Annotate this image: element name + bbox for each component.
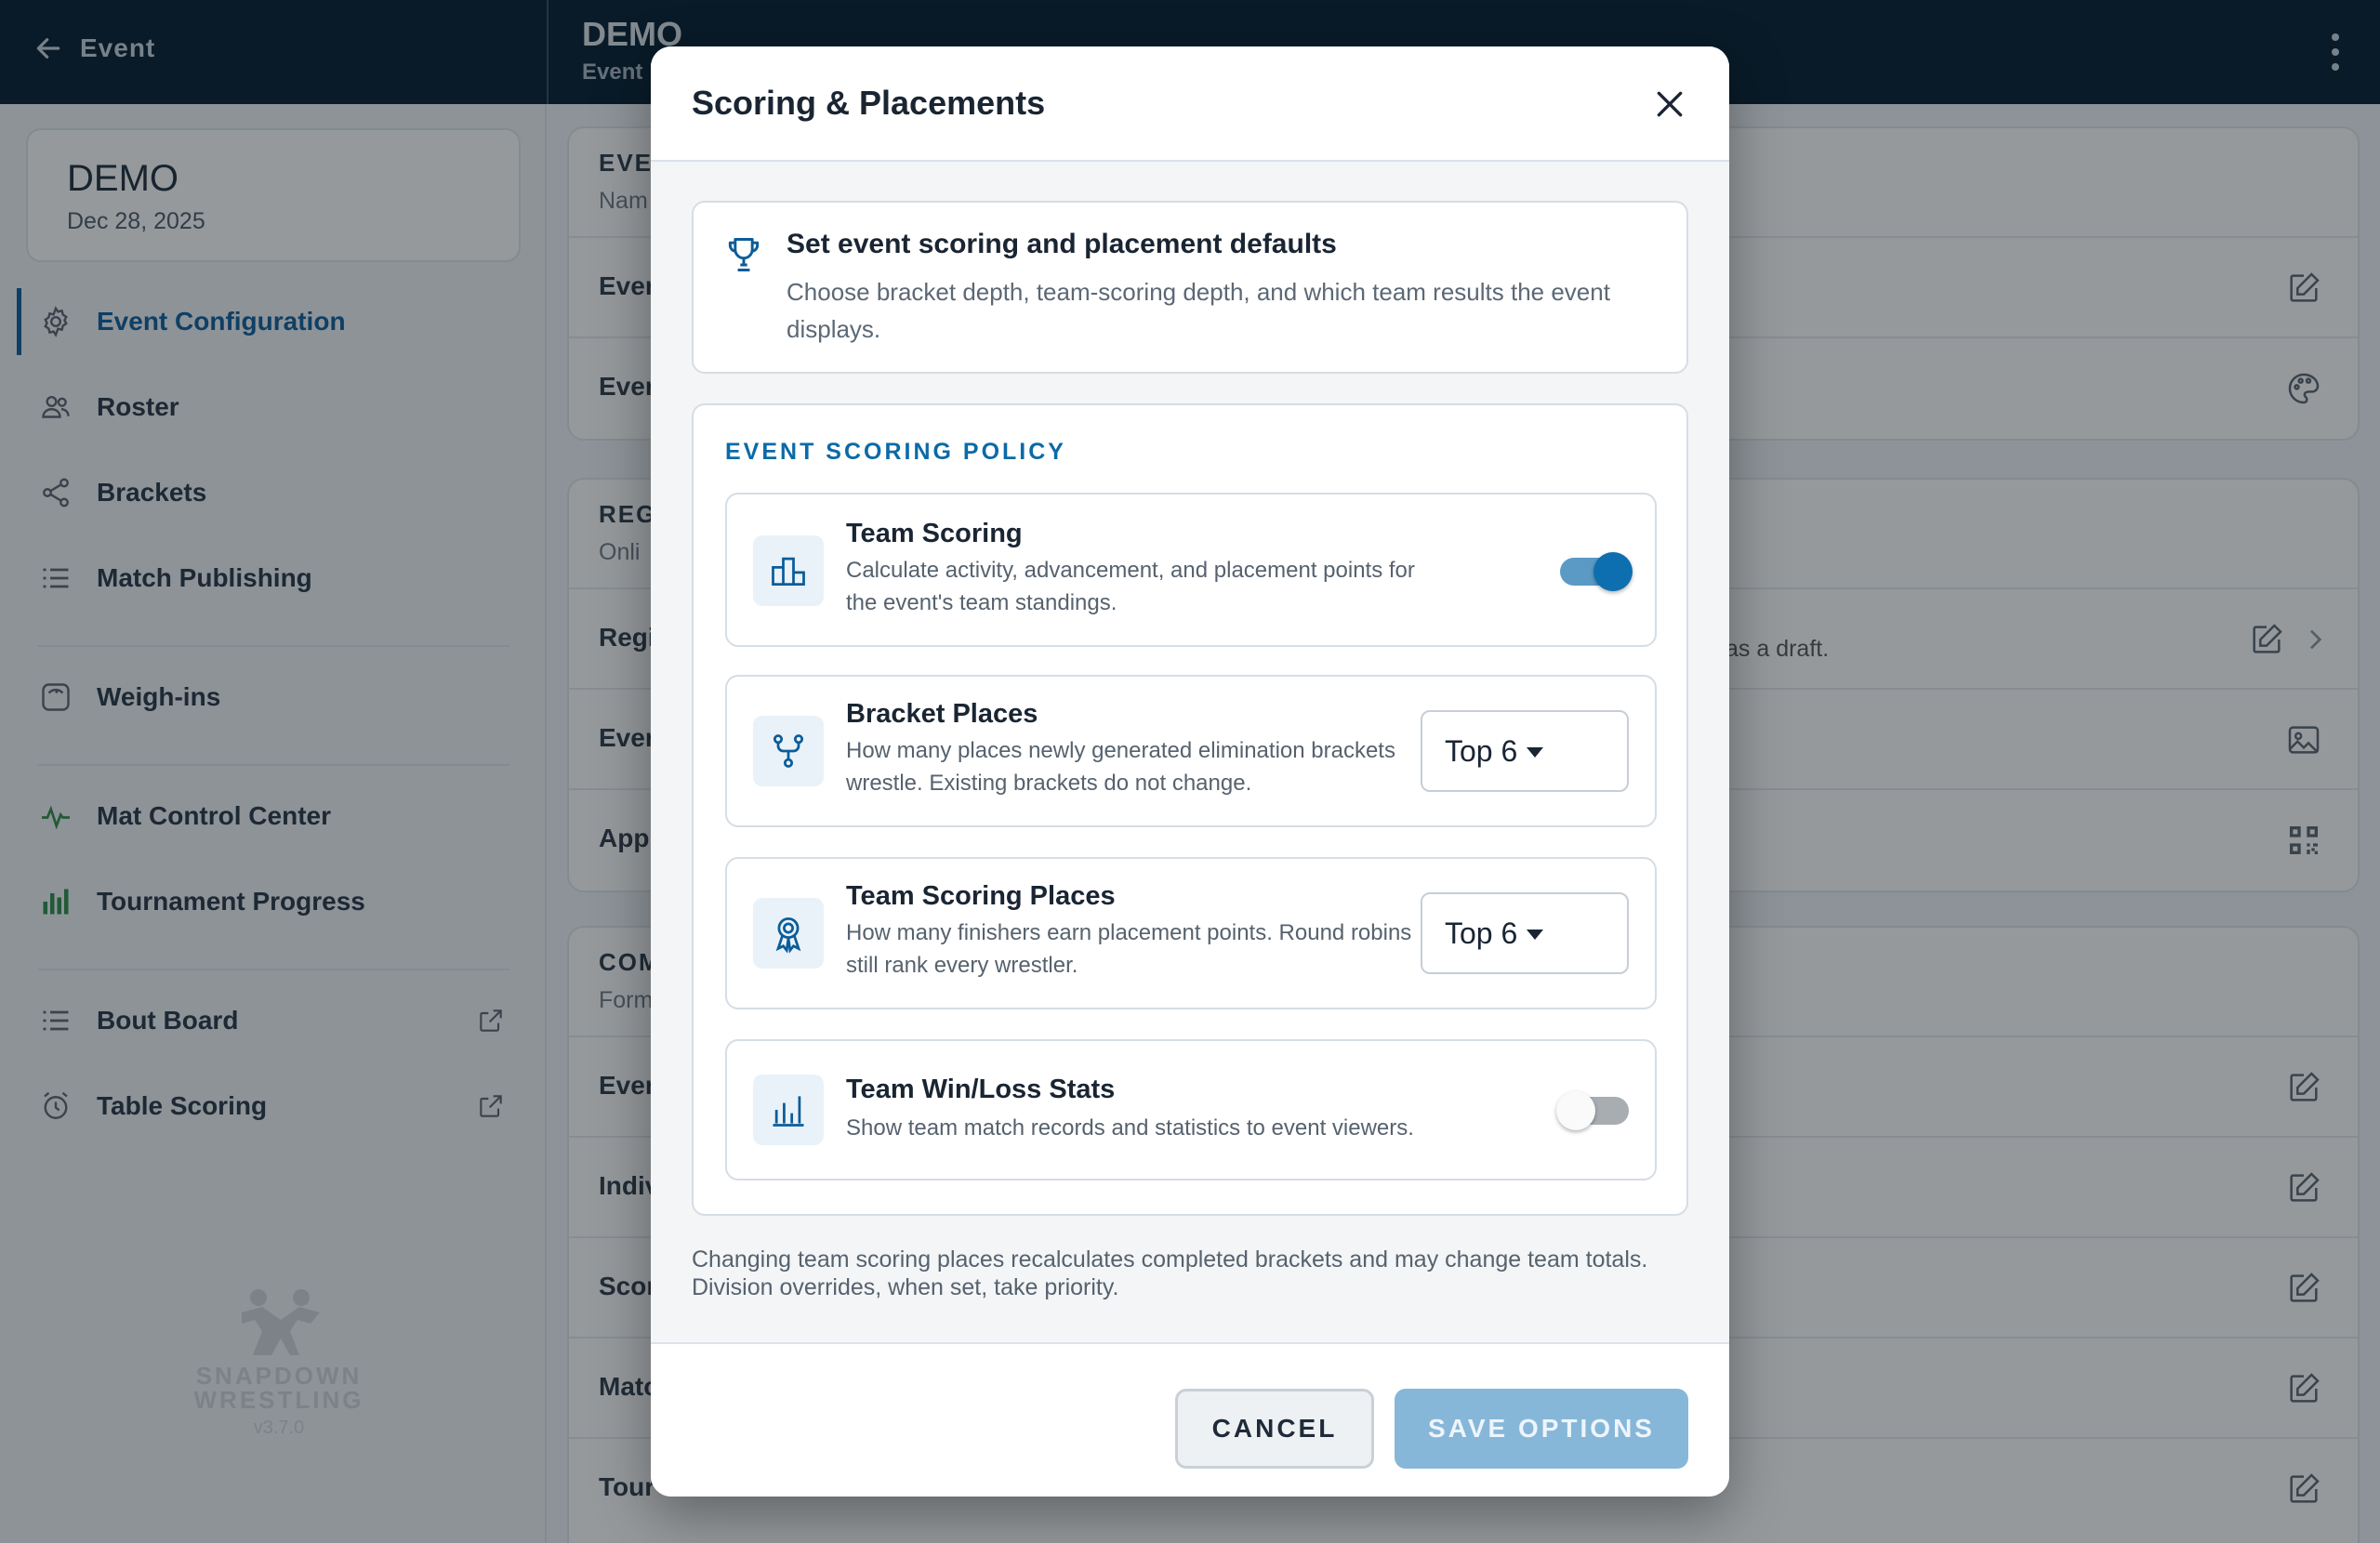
option-icon-box [753,716,824,786]
dialog-header: Scoring & Placements [651,46,1729,162]
team-scoring-places-select[interactable]: Top 6 [1421,892,1629,974]
team-win-loss-toggle[interactable] [1556,1091,1629,1130]
team-scoring-places-option: Team Scoring Places How many finishers e… [725,857,1657,1009]
option-icon-box [753,898,824,969]
bracket-places-option: Bracket Places How many places newly gen… [725,675,1657,827]
section-heading: EVENT SCORING POLICY [725,439,1066,465]
option-description: Show team match records and statistics t… [846,1115,1414,1141]
caret-down-icon [1527,930,1543,940]
toggle-knob [1556,1091,1595,1130]
select-value: Top 6 [1445,734,1518,768]
team-win-loss-option: Team Win/Loss Stats Show team match reco… [725,1039,1657,1180]
option-title: Bracket Places [846,699,1038,729]
team-scoring-option: Team Scoring Calculate activity, advance… [725,493,1657,647]
dialog-title: Scoring & Placements [692,84,1046,122]
scoring-placements-dialog: Scoring & Placements Set event scoring a… [651,46,1729,1497]
option-icon-box [753,1075,824,1145]
option-icon-box [753,535,824,606]
option-title: Team Win/Loss Stats [846,1075,1116,1104]
trophy-icon [728,238,760,271]
award-ribbon-icon [775,917,801,954]
option-description: How many finishers earn placement points… [846,920,1412,978]
scoring-policy-section: EVENT SCORING POLICY Team Scoring Calcul… [692,403,1688,1216]
select-value: Top 6 [1445,917,1518,950]
team-scoring-toggle[interactable] [1560,552,1633,591]
bracket-places-select[interactable]: Top 6 [1421,710,1629,792]
dialog-footer: CANCEL SAVE OPTIONS [651,1342,1729,1497]
cancel-button[interactable]: CANCEL [1175,1389,1374,1469]
toggle-knob [1593,552,1633,591]
podium-icon [772,557,805,587]
option-description: Calculate activity, advancement, and pla… [846,558,1415,615]
bar-chart-icon [773,1096,804,1127]
option-description: How many places newly generated eliminat… [846,738,1395,796]
intro-card: Set event scoring and placement defaults… [692,201,1688,374]
save-options-button[interactable]: SAVE OPTIONS [1395,1389,1688,1469]
intro-heading: Set event scoring and placement defaults [787,229,1337,259]
close-icon[interactable] [1651,86,1688,123]
option-title: Team Scoring Places [846,881,1116,911]
caret-down-icon [1527,747,1543,758]
intro-text: Choose bracket depth, team-scoring depth… [787,278,1610,343]
scoring-note: Changing team scoring places recalculate… [692,1246,1648,1300]
fork-icon [773,734,804,768]
option-title: Team Scoring [846,519,1023,548]
